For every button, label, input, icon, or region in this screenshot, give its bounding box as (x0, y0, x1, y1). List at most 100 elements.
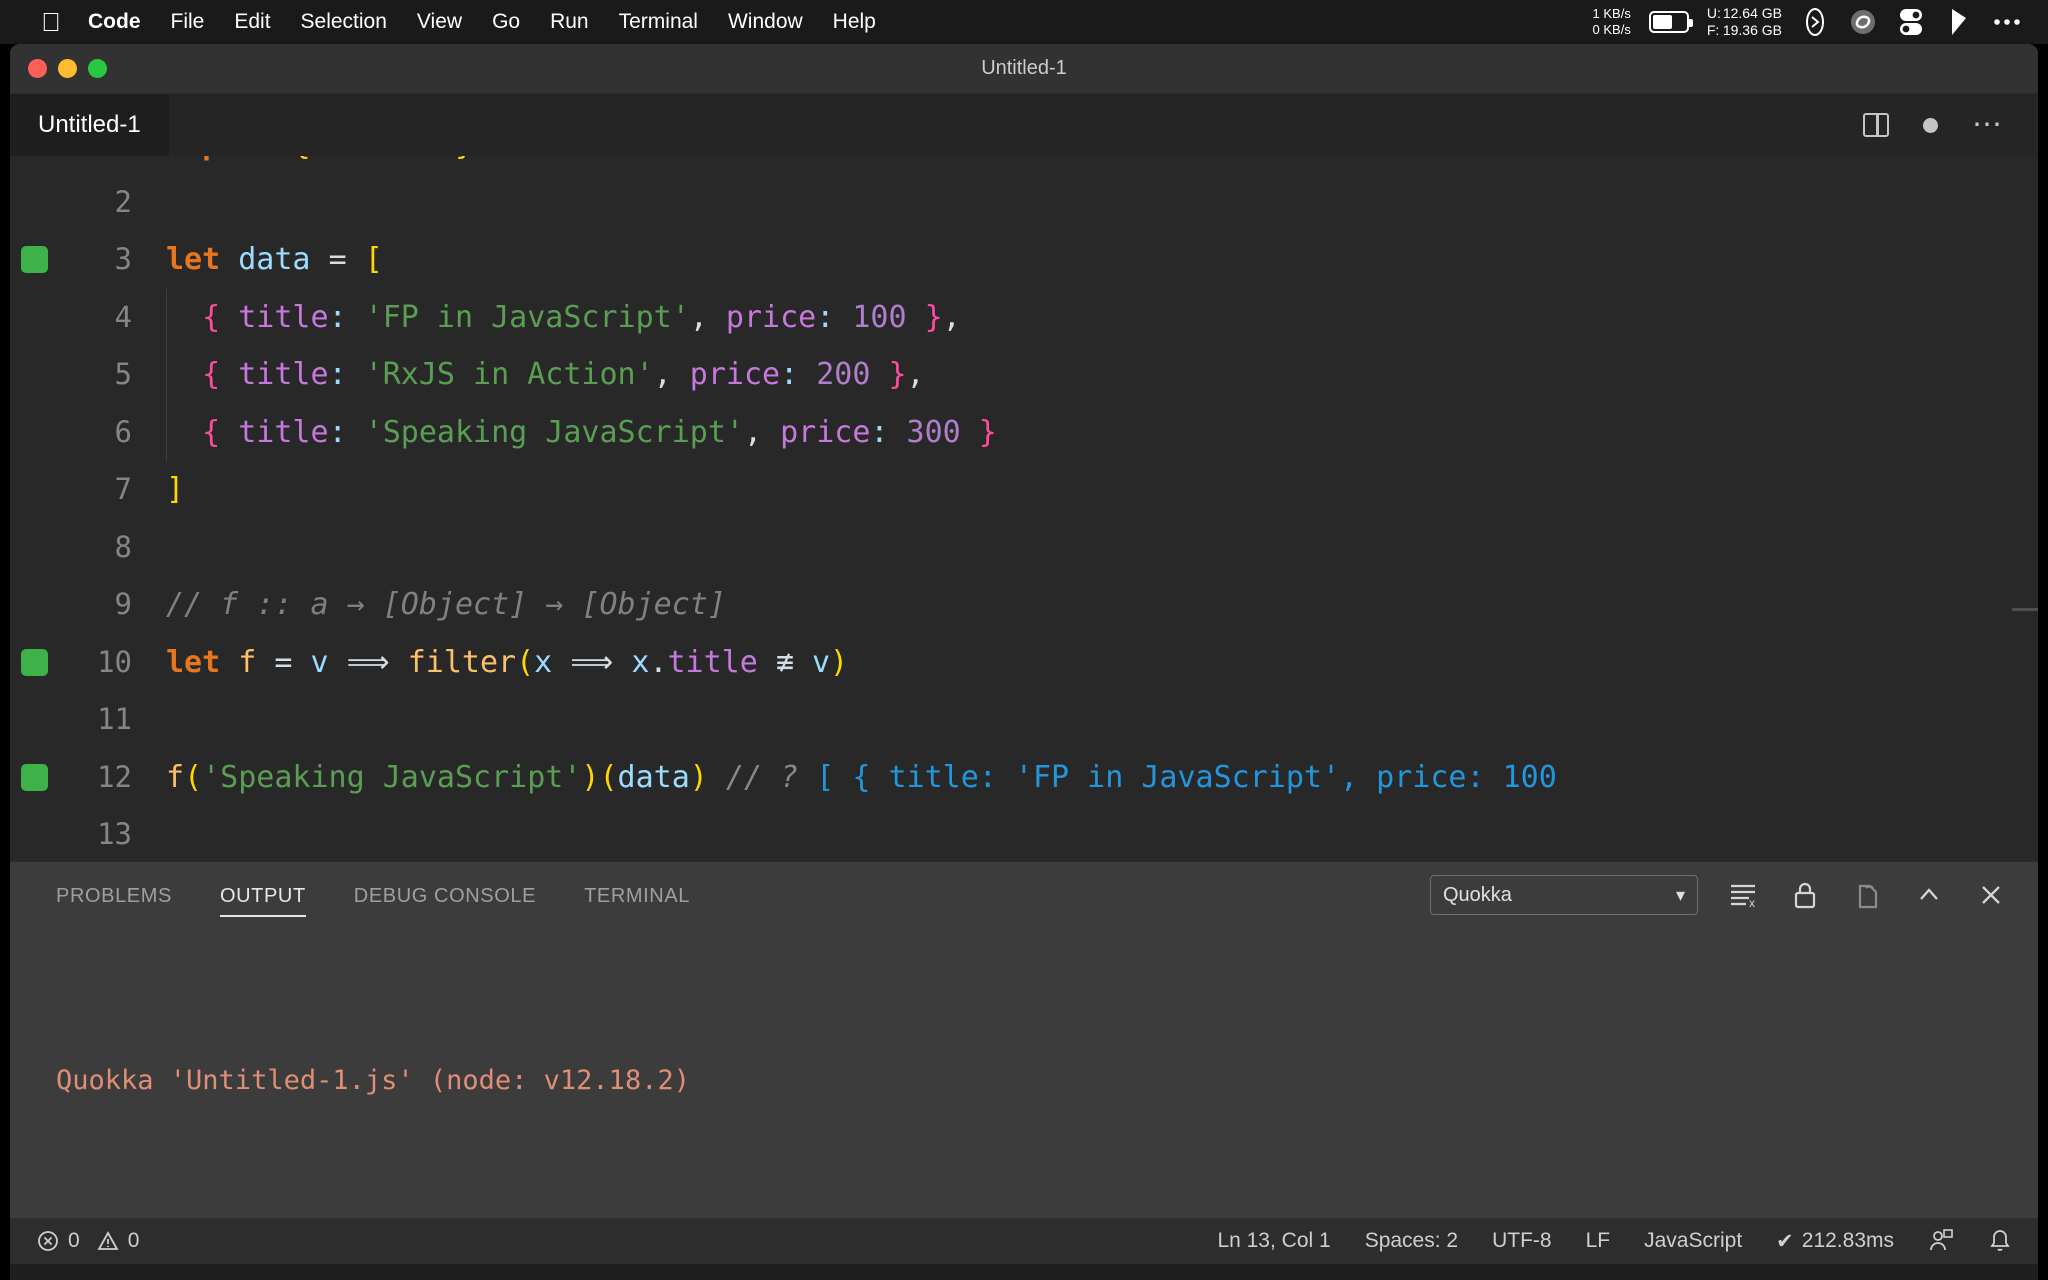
apple-logo-icon[interactable]:  (40, 9, 62, 35)
network-download-speed: 0 KB/s (1592, 22, 1631, 37)
code-token: 300 (906, 414, 961, 450)
code-line[interactable]: 4 { title: 'FP in JavaScript', price: 10… (10, 288, 2038, 346)
panel-tab-terminal[interactable]: TERMINAL (584, 869, 690, 921)
panel-tab-output[interactable]: OUTPUT (219, 869, 306, 921)
code-line[interactable]: 8 (10, 519, 2038, 577)
code-line[interactable]: 6 { title: 'Speaking JavaScript', price:… (10, 403, 2038, 461)
code-token: title (238, 357, 329, 392)
memory-used-value: 12.64 GB (1722, 4, 1782, 21)
code-line-text: let f = v ⟹ filter(x ⟹ x.title ≢ v) (154, 634, 848, 692)
code-token: let (166, 644, 221, 680)
output-channel-select[interactable]: Quokka ▾ (1430, 875, 1698, 915)
maximize-panel-icon[interactable] (1912, 878, 1946, 912)
code-line[interactable]: 11 (10, 691, 2038, 749)
code-token: = (274, 644, 293, 680)
output-view[interactable]: Quokka 'Untitled-1.js' (node: v12.18.2) … (10, 928, 2038, 1218)
status-bar-right: Ln 13, Col 1 Spaces: 2 UTF-8 LF JavaScri… (1217, 1228, 2012, 1254)
gutter-marker[interactable] (10, 648, 58, 676)
code-line[interactable]: 1import { filter } from 'lodash' (10, 156, 2038, 174)
code-token: data (617, 759, 690, 795)
status-language-mode[interactable]: JavaScript (1644, 1229, 1742, 1253)
status-cursor-position[interactable]: Ln 13, Col 1 (1217, 1229, 1330, 1253)
code-line[interactable]: 13 (10, 806, 2038, 862)
code-token: title (667, 644, 758, 680)
unsaved-dot-icon[interactable] (1923, 117, 1938, 133)
menu-item-view[interactable]: View (417, 10, 462, 34)
code-token: f (166, 759, 185, 795)
battery-icon[interactable] (1648, 11, 1693, 33)
quokka-marker-icon (20, 763, 48, 791)
code-token: { (202, 414, 221, 450)
menu-item-terminal[interactable]: Terminal (619, 10, 698, 34)
status-quokka-runtime[interactable]: ✔ 212.83ms (1776, 1229, 1894, 1254)
network-speed-indicator: 1 KB/s 0 KB/s (1593, 6, 1631, 39)
code-token: v (811, 644, 831, 680)
code-token: ) (830, 644, 849, 680)
open-in-editor-icon[interactable] (1850, 878, 1884, 912)
code-line[interactable]: 7] (10, 461, 2038, 519)
menu-item-run[interactable]: Run (550, 10, 589, 34)
code-token: } (978, 414, 997, 450)
clear-output-icon[interactable]: x (1726, 878, 1760, 912)
gutter-marker[interactable] (10, 246, 58, 274)
code-line[interactable]: 12 f('Speaking JavaScript')(data) // ? [ … (10, 749, 2038, 807)
colorsync-icon[interactable] (1848, 7, 1878, 37)
line-number: 1 (58, 156, 154, 174)
code-token: : (816, 299, 835, 335)
status-problems[interactable]: 0 0 (36, 1229, 139, 1253)
line-number: 12 (97, 759, 132, 794)
code-line[interactable]: 2 (10, 174, 2038, 232)
status-encoding[interactable]: UTF-8 (1492, 1229, 1552, 1253)
account-icon[interactable] (1928, 1228, 1954, 1254)
menu-item-window[interactable]: Window (728, 10, 803, 34)
line-number: 7 (114, 472, 132, 506)
toggle-switches-icon[interactable] (1896, 7, 1926, 37)
code-token: } (455, 156, 473, 162)
menu-item-code[interactable]: Code (88, 10, 141, 34)
code-token: = (328, 242, 347, 277)
code-line-text: { title: 'Speaking JavaScript', price: 3… (154, 403, 997, 461)
editor-tab-label: Untitled-1 (38, 111, 141, 138)
more-actions-icon[interactable]: ⋯ (1972, 110, 2004, 140)
editor-scrollbar[interactable] (2012, 608, 2038, 611)
editor-tab-untitled-1[interactable]: Untitled-1 (10, 94, 170, 156)
code-token: ( (184, 759, 203, 795)
panel-tab-debug-console[interactable]: DEBUG CONSOLE (354, 869, 536, 921)
menu-item-file[interactable]: File (171, 10, 205, 34)
menu-item-help[interactable]: Help (833, 10, 876, 34)
line-number: 2 (114, 184, 132, 219)
warning-triangle-icon (96, 1229, 120, 1253)
close-panel-icon[interactable] (1974, 878, 2008, 912)
lock-scroll-icon[interactable] (1788, 878, 1822, 912)
flag-icon[interactable] (1944, 7, 1974, 37)
code-token: , (743, 414, 763, 450)
menu-item-go[interactable]: Go (492, 10, 520, 34)
editor-tab-bar: Untitled-1 ⋯ (10, 94, 2038, 156)
code-line[interactable]: 10 let f = v ⟹ filter(x ⟹ x.title ≢ v) (10, 634, 2038, 692)
code-line[interactable]: 9 // f :: a → [Object] → [Object] (10, 576, 2038, 634)
bell-icon[interactable] (1988, 1228, 2012, 1254)
status-eol[interactable]: LF (1586, 1229, 1611, 1253)
split-editor-icon[interactable] (1863, 113, 1889, 137)
terminal-prompt-icon[interactable] (1800, 7, 1830, 37)
line-number: 6 (114, 414, 132, 449)
gutter-marker[interactable] (10, 763, 58, 791)
panel-tab-problems[interactable]: PROBLEMS (56, 869, 172, 921)
code-line[interactable]: 5 { title: 'RxJS in Action', price: 200 … (10, 346, 2038, 404)
menu-item-edit[interactable]: Edit (234, 10, 270, 34)
code-token: 'Speaking JavaScript' (202, 759, 582, 795)
code-line[interactable]: 3 let data = [ (10, 231, 2038, 289)
menu-bar-status-icons: 1 KB/s 0 KB/s U: 12.64 GB F: 19.36 GB (1593, 5, 2030, 40)
code-editor[interactable]: 1import { filter } from 'lodash' 2 3let da… (10, 156, 2038, 862)
menu-item-selection[interactable]: Selection (301, 10, 387, 34)
status-indentation[interactable]: Spaces: 2 (1365, 1229, 1458, 1253)
code-token: 'lodash' (581, 156, 726, 162)
more-icon[interactable] (1992, 7, 2022, 37)
